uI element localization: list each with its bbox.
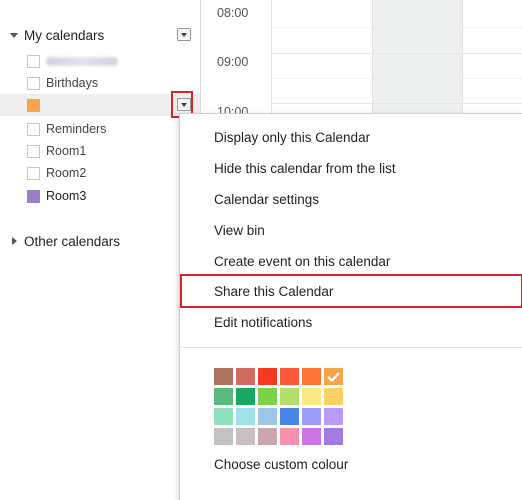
other-calendars-toggle[interactable]: Other calendars	[10, 231, 120, 251]
grid-divider	[271, 0, 272, 130]
calendar-item-birthdays[interactable]: Birthdays	[0, 72, 200, 94]
color-swatch[interactable]	[280, 388, 299, 405]
color-swatch[interactable]	[324, 388, 343, 405]
menu-divider	[180, 347, 522, 348]
color-swatch[interactable]	[236, 428, 255, 445]
menu-item-edit-notifications[interactable]: Edit notifications	[180, 307, 522, 337]
menu-item-hide-calendar[interactable]: Hide this calendar from the list	[180, 153, 522, 183]
color-swatch[interactable]	[214, 388, 233, 405]
color-swatch[interactable]	[214, 408, 233, 425]
color-swatch[interactable]	[258, 408, 277, 425]
calendar-options-menu: Display only this Calendar Hide this cal…	[179, 113, 522, 500]
color-swatch[interactable]	[324, 428, 343, 445]
redacted-name	[46, 56, 118, 66]
calendar-color-box[interactable]	[27, 189, 40, 203]
calendar-item-redacted[interactable]	[0, 50, 200, 72]
chevron-down-icon	[181, 32, 187, 37]
color-swatch[interactable]	[214, 428, 233, 445]
color-swatch[interactable]	[302, 408, 321, 425]
menu-item-share-calendar[interactable]: Share this Calendar	[180, 274, 522, 308]
grid-divider	[372, 0, 373, 130]
calendar-color-box[interactable]	[27, 76, 40, 90]
hour-line	[271, 103, 522, 104]
calendar-color-box[interactable]	[27, 144, 40, 158]
time-label: 09:00	[217, 55, 249, 69]
grid-divider	[462, 0, 463, 130]
half-hour-line	[271, 78, 522, 79]
menu-item-custom-colour[interactable]: Choose custom colour	[180, 449, 522, 479]
checkmark-icon	[327, 372, 340, 383]
calendar-label: Room2	[46, 166, 87, 180]
today-column	[372, 0, 462, 130]
half-hour-line	[271, 27, 522, 28]
time-label: 08:00	[217, 6, 249, 20]
calendar-item-room1[interactable]: Room1	[0, 140, 200, 162]
color-swatch[interactable]	[280, 408, 299, 425]
calendar-label: Room1	[46, 144, 87, 158]
menu-item-calendar-settings[interactable]: Calendar settings	[180, 184, 522, 214]
menu-item-display-only[interactable]: Display only this Calendar	[180, 122, 522, 152]
color-swatch[interactable]	[236, 408, 255, 425]
color-swatch[interactable]	[258, 368, 277, 385]
color-swatch[interactable]	[324, 408, 343, 425]
color-swatch[interactable]	[302, 368, 321, 385]
calendar-grid: 08:00 09:00 10:00	[200, 0, 522, 130]
calendar-color-box[interactable]	[27, 54, 40, 68]
color-swatch[interactable]	[214, 368, 233, 385]
calendar-color-box[interactable]	[27, 98, 40, 112]
color-swatch[interactable]	[236, 368, 255, 385]
calendar-label: Room3	[46, 189, 87, 203]
calendar-label: Reminders	[46, 122, 107, 136]
color-swatch[interactable]	[324, 368, 343, 385]
calendar-color-box[interactable]	[27, 122, 40, 136]
color-swatch[interactable]	[302, 428, 321, 445]
other-calendars-label: Other calendars	[24, 233, 121, 249]
color-swatch[interactable]	[280, 428, 299, 445]
color-swatch[interactable]	[236, 388, 255, 405]
calendar-color-box[interactable]	[27, 166, 40, 180]
calendar-item-room3[interactable]: Room3	[0, 185, 200, 207]
calendar-item-reminders[interactable]: Reminders	[0, 118, 200, 140]
expand-arrow-icon	[10, 32, 24, 38]
collapse-arrow-icon	[10, 237, 24, 245]
calendar-label: Birthdays	[46, 76, 99, 90]
color-swatch[interactable]	[258, 428, 277, 445]
my-calendars-dropdown-button[interactable]	[177, 28, 191, 41]
my-calendars-toggle[interactable]: My calendars	[10, 25, 104, 45]
color-swatch[interactable]	[302, 388, 321, 405]
calendar-item-room2[interactable]: Room2	[0, 162, 200, 184]
color-swatch[interactable]	[280, 368, 299, 385]
hour-line	[271, 53, 522, 54]
menu-item-view-bin[interactable]: View bin	[180, 215, 522, 245]
color-swatch[interactable]	[258, 388, 277, 405]
calendar-item-selected[interactable]	[0, 94, 200, 116]
menu-item-create-event[interactable]: Create event on this calendar	[180, 246, 522, 276]
my-calendars-label: My calendars	[24, 27, 105, 43]
sidebar: My calendars Birthdays Reminders Room1 R…	[0, 0, 200, 500]
